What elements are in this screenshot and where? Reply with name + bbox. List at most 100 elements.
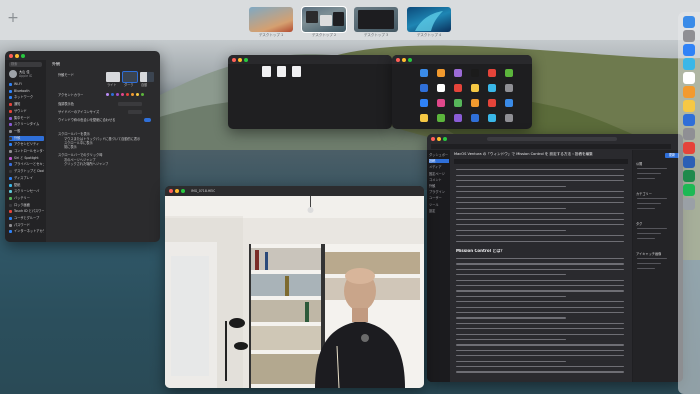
app-icon[interactable] [420,114,428,122]
app-icon[interactable] [454,99,462,107]
settings-panel-heading[interactable]: タグ [636,222,642,226]
system-settings-window[interactable]: 検索 大山 佳 Apple ID Wi-Fi Bluetooth ネットワーク 通知サ… [5,51,160,242]
photo-viewer-window[interactable]: IMG_0718.HEIC [165,186,424,388]
app-icon[interactable] [437,99,445,107]
sidebar-item[interactable]: インターネットアカウント [9,229,44,234]
app-icon[interactable] [488,99,496,107]
word-icon[interactable] [683,156,695,168]
admin-menu-item[interactable]: ツール [429,203,449,207]
app-icon[interactable] [471,69,479,77]
wordpress-editor-window[interactable]: ダッシュボード投稿メディア固定ページコメント外観プラグインユーザーツール設定 M… [427,134,683,382]
admin-menu-item[interactable]: 固定ページ [429,172,449,176]
update-button[interactable]: 更新 [665,153,679,158]
post-heading[interactable]: Mission Control とは？ [456,249,504,253]
sidebar-item[interactable]: 外観 [9,135,44,141]
app-icon[interactable] [488,69,496,77]
post-content-area[interactable]: MacOS Ventura の「ウィンドウ」で Mission Control … [450,150,632,382]
sidebar-size-select[interactable] [128,110,142,114]
sidebar-item[interactable]: 壁紙 [9,183,44,188]
sidebar-item[interactable]: パスワード [9,223,44,228]
radio-scrollbar-always[interactable]: 常に表示 [64,145,77,149]
sidebar-item[interactable]: Bluetooth [9,89,44,94]
admin-menu-item[interactable]: コメント [429,178,449,182]
app-icon[interactable] [505,114,513,122]
settings-panel-heading[interactable]: アイキャッチ画像 [636,252,661,256]
admin-menu-item[interactable]: 外観 [429,184,449,188]
sidebar-item[interactable]: 一般 [9,129,44,134]
app-icon[interactable] [471,114,479,122]
app-icon[interactable] [471,84,479,92]
photos-icon[interactable] [683,86,695,98]
document-icon[interactable] [262,66,271,77]
space-thumbnail-3[interactable] [354,7,398,32]
close-icon[interactable] [169,189,173,193]
app-icon[interactable] [454,114,462,122]
zoom-icon[interactable] [408,58,412,62]
minimize-icon[interactable] [175,189,179,193]
document-icon[interactable] [292,66,301,77]
admin-menu-item[interactable]: プラグイン [429,190,449,194]
highlight-color-select[interactable] [118,102,142,106]
close-icon[interactable] [9,54,13,58]
zoom-icon[interactable] [244,58,248,62]
app-icon[interactable] [420,69,428,77]
app-icon[interactable] [505,99,513,107]
close-icon[interactable] [431,137,435,141]
search-input[interactable]: 検索 [9,62,42,67]
finder-icon[interactable] [683,16,695,28]
calendar-icon[interactable] [683,72,695,84]
sidebar-item[interactable]: Touch ID とパスワード [9,209,44,214]
notes-icon[interactable] [683,100,695,112]
app-icon[interactable] [505,69,513,77]
sidebar-item[interactable]: バッテリー [9,196,44,201]
sidebar-item[interactable]: ロック画面 [9,203,44,208]
sidebar-item[interactable]: サウンド [9,109,44,114]
app-icon[interactable] [488,84,496,92]
sidebar-item[interactable]: 集中モード [9,116,44,121]
sidebar-item[interactable]: 通知 [9,102,44,107]
sidebar-item[interactable]: ユーザとグループ [9,216,44,221]
settings-panel-heading[interactable]: カテゴリー [636,192,652,196]
app-icon[interactable] [505,84,513,92]
excel-icon[interactable] [683,170,695,182]
sidebar-item[interactable]: ディスプレイ [9,176,44,181]
admin-menu-item[interactable]: 投稿 [429,159,449,164]
app-icon[interactable] [454,84,462,92]
formatting-toolbar[interactable] [454,159,628,164]
app-icon[interactable] [471,99,479,107]
dark-mode-thumbnail[interactable] [122,71,138,83]
launchpad-icon[interactable] [683,30,695,42]
appearance-options[interactable]: ライト ダーク 自動 [106,71,156,90]
app-icon[interactable] [488,114,496,122]
safari-icon[interactable] [683,44,695,56]
app-icon[interactable] [437,84,445,92]
admin-menu-item[interactable]: ダッシュボード [429,153,449,157]
sidebar-item[interactable]: デスクトップと Dock [9,169,44,174]
space-thumbnail-2[interactable] [301,6,347,33]
sidebar-item[interactable]: スクリーンセーバ [9,189,44,194]
settings-icon[interactable] [683,128,695,140]
auto-mode-thumbnail[interactable] [140,72,154,82]
sidebar-item[interactable]: Siri と Spotlight [9,156,44,161]
app-icon[interactable] [437,114,445,122]
address-bar[interactable] [487,137,617,141]
minimize-icon[interactable] [402,58,406,62]
space-thumbnail-1[interactable] [249,7,293,32]
spotify-icon[interactable] [683,184,695,196]
add-space-button[interactable]: + [6,11,20,25]
app-store-icon[interactable] [683,114,695,126]
radio-jump-click-spot[interactable]: クリックされた場所へジャンプ [64,162,108,166]
admin-menu-item[interactable]: メディア [429,165,449,169]
app-icon[interactable] [437,69,445,77]
sidebar-item[interactable]: Wi-Fi [9,82,44,87]
zoom-icon[interactable] [443,137,447,141]
sidebar-item[interactable]: ネットワーク [9,95,44,100]
admin-menu-item[interactable]: ユーザー [429,196,449,200]
sidebar-item[interactable]: プライバシーとセキュリティ [9,162,44,167]
finder-window[interactable] [228,55,392,129]
mail-icon[interactable] [683,58,695,70]
minimize-icon[interactable] [15,54,19,58]
sidebar-item[interactable]: スクリーンタイム [9,122,44,127]
zoom-icon[interactable] [21,54,25,58]
accent-color-swatches[interactable] [106,93,146,97]
